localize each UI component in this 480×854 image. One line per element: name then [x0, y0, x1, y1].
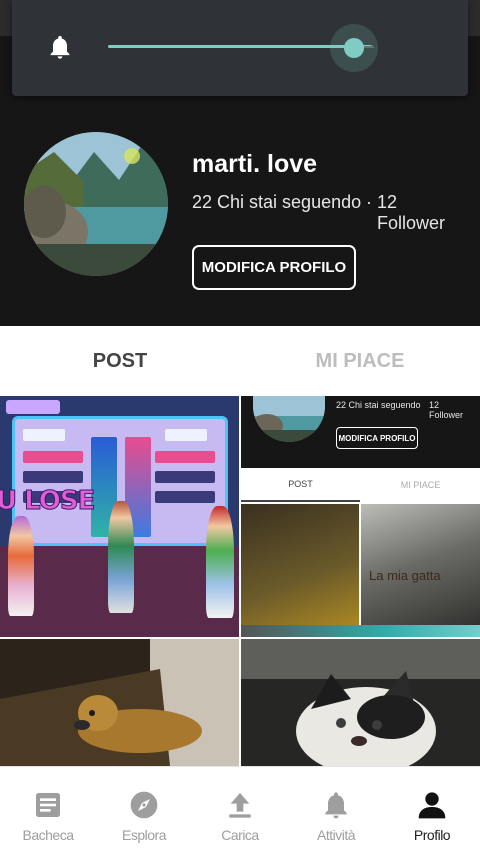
game-score-badge: [6, 400, 60, 414]
mini-photo-caption: La mia gatta: [369, 568, 441, 583]
nav-item-attivita[interactable]: Attività: [288, 767, 384, 854]
followers-count[interactable]: 12: [377, 192, 397, 213]
mini-tabs: POST MI PIACE: [241, 468, 480, 504]
profile-name: marti. love: [192, 150, 318, 178]
nav-item-profilo[interactable]: Profilo: [384, 767, 480, 854]
game-character: [206, 506, 234, 618]
dog-photo: [0, 639, 239, 766]
stats-separator: ·: [366, 192, 372, 212]
mini-followers-label: Follower: [429, 410, 464, 420]
post-thumbnail-dog[interactable]: [0, 639, 239, 766]
nav-item-esplora[interactable]: Esplora: [96, 767, 192, 854]
post-thumbnail-game[interactable]: U LOSE: [0, 396, 239, 637]
nav-label: Attività: [316, 827, 356, 843]
cat-photo: [241, 639, 480, 766]
nav-label: Esplora: [122, 827, 166, 843]
game-stat: [23, 451, 83, 463]
game-stat: [155, 471, 215, 483]
followers-label[interactable]: Follower: [377, 213, 445, 234]
game-stat: [155, 451, 215, 463]
game-stat: [23, 429, 65, 441]
upload-icon: [229, 793, 251, 818]
avatar-landscape-image: [24, 132, 168, 276]
post-thumbnail-cat[interactable]: [241, 639, 480, 766]
nav-item-bacheca[interactable]: Bacheca: [0, 767, 96, 854]
mini-photo-strip: [241, 625, 480, 637]
following-count[interactable]: 22 Chi stai seguendo: [192, 192, 361, 213]
mini-photo-dog: [241, 504, 359, 637]
volume-slider-thumb[interactable]: [344, 38, 364, 58]
tab-likes[interactable]: MI PIACE: [240, 326, 480, 396]
volume-panel: [12, 0, 468, 96]
nav-label: Bacheca: [22, 827, 74, 843]
compass-icon: [130, 791, 158, 819]
edit-profile-button[interactable]: MODIFICA PROFILO: [192, 245, 356, 290]
bell-icon[interactable]: [46, 32, 74, 62]
nav-label: Carica: [221, 827, 259, 843]
mini-tab-likes: MI PIACE: [400, 480, 441, 490]
mini-followers-count: 12: [429, 400, 440, 410]
game-stat: [165, 429, 207, 441]
person-icon: [418, 792, 446, 819]
avatar[interactable]: [24, 132, 168, 276]
bottom-navigation: Bacheca Esplora Carica Attività Profilo: [0, 766, 480, 854]
mini-following-text: 22 Chi stai seguendo: [336, 400, 421, 410]
nav-label: Profilo: [413, 827, 451, 843]
bell-icon: [325, 792, 347, 819]
game-lose-text: U LOSE: [0, 486, 96, 517]
game-stat: [155, 491, 215, 503]
game-character: [108, 501, 134, 613]
post-thumbnail-profile-screenshot[interactable]: 22 Chi stai seguendo 12 Follower MODIFIC…: [241, 396, 480, 637]
feed-icon: [36, 793, 60, 817]
post-grid: U LOSE 22 Chi stai seguendo 12 Follower …: [0, 396, 480, 766]
game-character: [8, 516, 34, 616]
profile-tabs: POST MI PIACE: [0, 326, 480, 396]
tab-post[interactable]: POST: [0, 326, 240, 396]
game-stat: [23, 471, 83, 483]
mini-tab-post: POST: [241, 468, 360, 502]
nav-item-carica[interactable]: Carica: [192, 767, 288, 854]
mini-edit-profile-button: MODIFICA PROFILO: [336, 427, 418, 449]
